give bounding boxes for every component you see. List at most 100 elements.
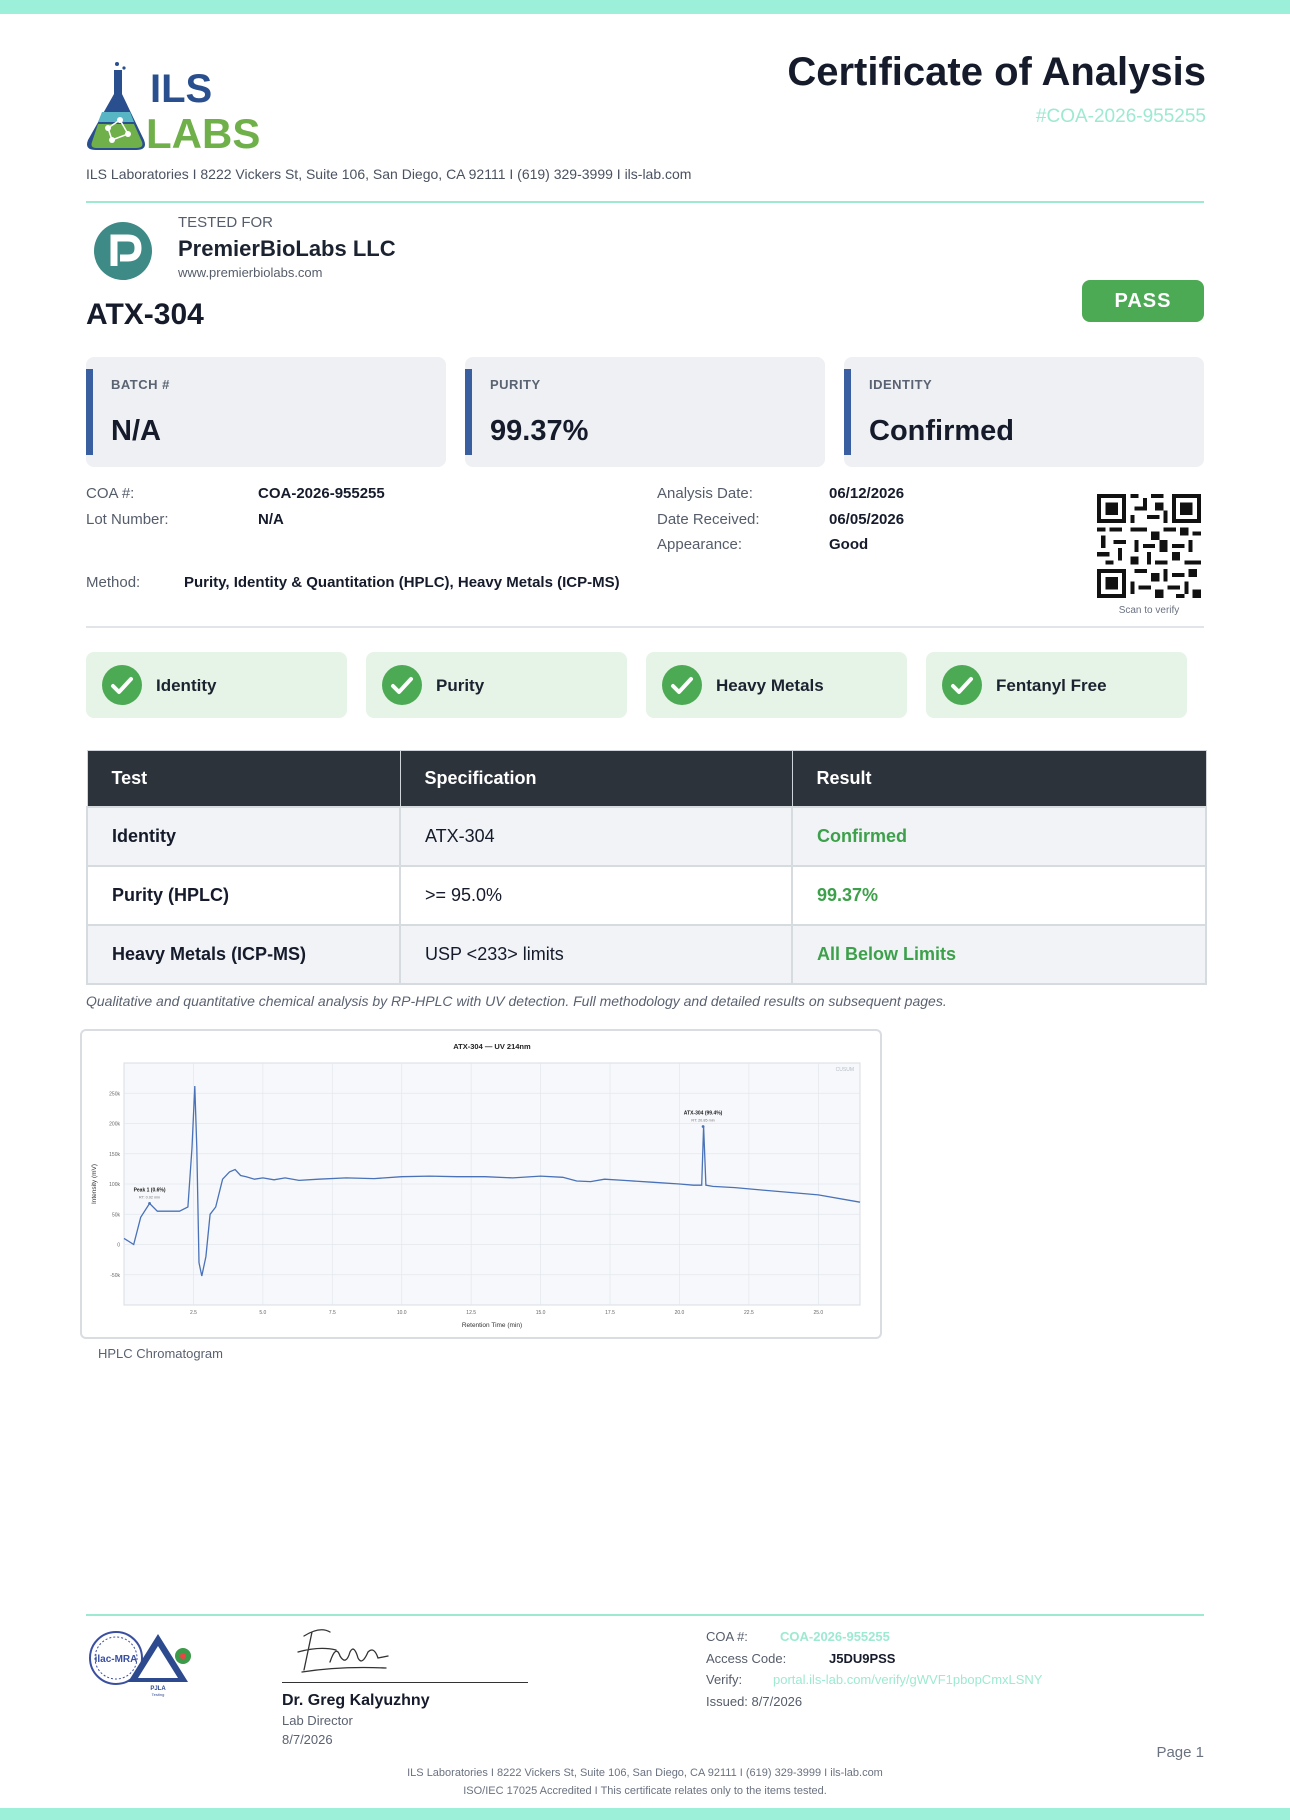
checkmark-icon: [662, 665, 702, 705]
x-tick-label: 22.5: [744, 1310, 754, 1316]
pass-status-badge: PASS: [1082, 280, 1204, 322]
card-accent-bar: [86, 369, 93, 455]
lot-number-label: Lot Number:: [86, 511, 169, 528]
checkmark-icon: [942, 665, 982, 705]
peak-retention-time: RT: 20.85 min: [691, 1119, 714, 1123]
header-divider: [86, 201, 1204, 203]
coa-number-label: COA #:: [86, 485, 135, 502]
check-label: Fentanyl Free: [996, 676, 1107, 695]
checkmark-icon: [382, 665, 422, 705]
analysis-date-label: Analysis Date:: [657, 485, 753, 502]
checkmark-icon: [102, 665, 142, 705]
y-tick-label: 0: [117, 1243, 120, 1249]
spec-cell: USP <233> limits: [399, 924, 793, 985]
signatory-role: Lab Director: [282, 1713, 353, 1728]
client-name: PremierBioLabs LLC: [178, 236, 396, 261]
footer-divider: [86, 1614, 1204, 1616]
result-cell: All Below Limits: [791, 924, 1207, 985]
peak-label: Peak 1 (0.6%): [134, 1187, 166, 1193]
check-heavy-metals: Heavy Metals: [646, 652, 907, 718]
peak-marker: [701, 1125, 705, 1128]
product-name: ATX-304: [86, 298, 204, 331]
verify-link[interactable]: portal.ils-lab.com/verify/gWVF1pbopCmxLS…: [773, 1672, 1042, 1687]
accreditation-seals: ilac-MRA PJLA Testing: [89, 1631, 191, 1697]
top-accent-bar: [0, 0, 1290, 14]
check-label: Identity: [156, 676, 217, 695]
page-number: Page 1: [1156, 1744, 1204, 1761]
peak-marker: [148, 1201, 151, 1205]
y-tick-label: -50k: [110, 1273, 120, 1279]
footer-address: ILS Laboratories I 8222 Vickers St, Suit…: [407, 1767, 883, 1779]
director-signature: [297, 1629, 389, 1673]
x-tick-label: 7.5: [329, 1310, 336, 1316]
coa-number-value: COA-2026-955255: [258, 485, 385, 502]
column-header-specification: Specification: [399, 750, 793, 808]
signatory-name: Dr. Greg Kalyuzhny: [282, 1692, 430, 1709]
identity-card: IDENTITY Confirmed: [844, 357, 1204, 467]
methodology-note: Qualitative and quantitative chemical an…: [86, 993, 947, 1009]
chromatogram-caption: HPLC Chromatogram: [98, 1346, 223, 1361]
peak-retention-time: RT: 0.92 min: [139, 1195, 160, 1199]
verify-label: Verify:: [706, 1672, 743, 1687]
spec-cell: >= 95.0%: [399, 865, 793, 926]
y-axis-label: Intensity (mV): [91, 1164, 98, 1204]
client-logo-icon: [94, 222, 152, 280]
peak-label: ATX-304 (99.4%): [684, 1111, 723, 1117]
x-tick-label: 25.0: [813, 1310, 823, 1316]
document-title: Certificate of Analysis: [787, 50, 1206, 94]
y-tick-label: 250k: [109, 1091, 120, 1097]
check-identity: Identity: [86, 652, 347, 718]
appearance-label: Appearance:: [657, 536, 743, 553]
batch-card: BATCH # N/A: [86, 357, 446, 467]
y-tick-label: 150k: [109, 1152, 120, 1158]
x-tick-label: 2.5: [190, 1310, 197, 1316]
access-code-label: Access Code:: [706, 1651, 787, 1666]
verification-qr-code[interactable]: [1097, 494, 1201, 598]
check-fentanyl-free: Fentanyl Free: [926, 652, 1187, 718]
check-purity: Purity: [366, 652, 627, 718]
purity-value: 99.37%: [490, 415, 589, 447]
result-cell: 99.37%: [791, 865, 1207, 926]
x-tick-label: 12.5: [466, 1310, 476, 1316]
svg-text:ILS: ILS: [150, 67, 212, 111]
card-accent-bar: [465, 369, 472, 455]
footer-accreditation: ISO/IEC 17025 Accredited I This certific…: [463, 1785, 827, 1797]
x-tick-label: 15.0: [536, 1310, 546, 1316]
access-code-value: J5DU9PSS: [829, 1651, 896, 1666]
date-received-value: 06/05/2026: [829, 511, 905, 528]
client-website: www.premierbiolabs.com: [178, 265, 323, 280]
tested-for-label: TESTED FOR: [178, 214, 274, 231]
purity-label: PURITY: [490, 377, 541, 392]
check-label: Purity: [436, 676, 485, 695]
corner-label: CUSUM: [836, 1067, 854, 1073]
appearance-value: Good: [829, 536, 869, 553]
analysis-date-value: 06/12/2026: [829, 485, 905, 502]
batch-label: BATCH #: [111, 377, 170, 392]
y-tick-label: 50k: [112, 1212, 121, 1218]
details-divider: [86, 626, 1204, 628]
hplc-chromatogram-chart: 2.5 5.0 7.5 10.0 12.5 15.0 17.5 20.0 22.5 25.0 -50…: [91, 1042, 861, 1329]
ils-labs-logo: ILS LABS: [87, 62, 260, 152]
x-tick-label: 17.5: [605, 1310, 615, 1316]
bottom-accent-bar: [0, 1808, 1290, 1820]
lab-address: ILS Laboratories I 8222 Vickers St, Suit…: [86, 166, 692, 182]
y-tick-label: 200k: [109, 1122, 120, 1128]
results-table: Test Specification Result Identity ATX-3…: [86, 750, 1207, 985]
x-tick-label: 10.0: [397, 1310, 407, 1316]
check-label: Heavy Metals: [716, 676, 824, 695]
issued-date: Issued: 8/7/2026: [706, 1694, 803, 1709]
x-tick-label: 20.0: [675, 1310, 685, 1316]
test-cell: Heavy Metals (ICP-MS): [86, 924, 401, 985]
method-label: Method:: [86, 574, 141, 591]
x-tick-label: 5.0: [259, 1310, 266, 1316]
svg-text:LABS: LABS: [146, 110, 260, 152]
purity-card: PURITY 99.37%: [465, 357, 825, 467]
lot-number-value: N/A: [258, 511, 284, 528]
batch-value: N/A: [111, 415, 161, 447]
chromatogram-panel: 2.5 5.0 7.5 10.0 12.5 15.0 17.5 20.0 22.5 25.0 -50…: [80, 1029, 882, 1339]
x-axis-label: Retention Time (min): [462, 1322, 522, 1329]
method-value: Purity, Identity & Quantitation (HPLC), …: [184, 574, 620, 591]
ilac-seal-text: ilac-MRA: [95, 1654, 138, 1665]
column-header-test: Test: [86, 750, 401, 808]
test-cell: Purity (HPLC): [86, 865, 401, 926]
